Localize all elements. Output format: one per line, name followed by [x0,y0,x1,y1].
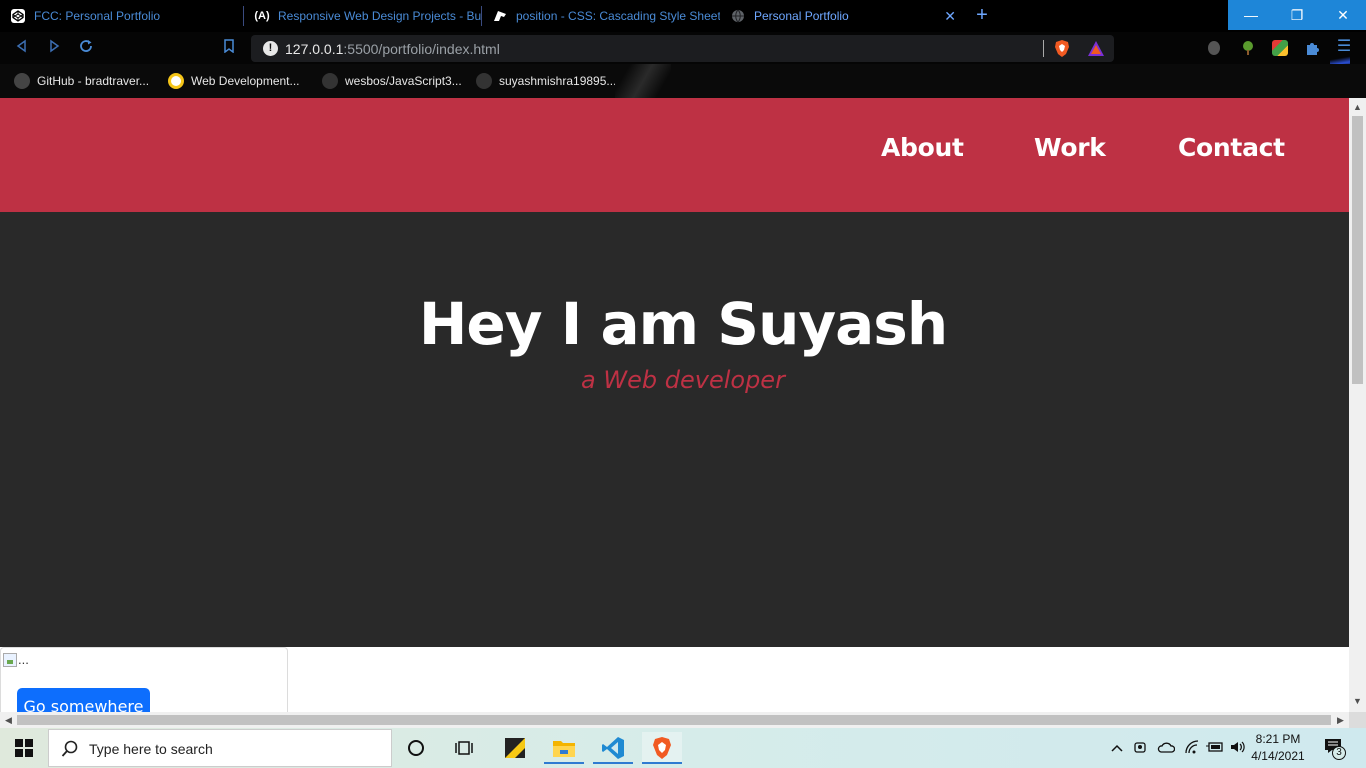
tab-fcc-projects[interactable]: (A) Responsive Web Design Projects - Bui [244,0,482,32]
mdn-dino-icon [492,8,508,24]
brave-rewards-icon[interactable] [1087,40,1105,62]
reload-button[interactable] [76,38,96,58]
url-text[interactable]: 127.0.0.1:5500/portfolio/index.html [285,41,500,57]
action-center-button[interactable]: 3 [1322,736,1348,762]
bookmark-button[interactable] [219,38,239,58]
nav-link-about[interactable]: About [881,133,964,162]
github-icon [476,73,492,89]
broken-image-icon [3,652,17,667]
windows-logo-icon [15,739,33,757]
welcome-section: Hey I am Suyash a Web developer [0,212,1349,647]
bookmark-web-development[interactable]: Web Development... [168,72,300,90]
horizontal-scrollbar[interactable]: ◀ ▶ [0,712,1349,728]
new-tab-button[interactable]: + [972,5,992,26]
wifi-icon[interactable] [1184,739,1200,757]
close-window-button[interactable]: ✕ [1320,0,1366,30]
back-arrow-icon [16,39,26,53]
start-button[interactable] [0,728,48,768]
mouse-extension-icon[interactable] [1208,41,1220,55]
tab-personal-portfolio[interactable]: Personal Portfolio ✕ [720,0,966,32]
task-view-icon [455,741,473,755]
hero-title: Hey I am Suyash [418,290,948,358]
bookmark-icon [224,39,234,54]
bookmark-suyashmishra[interactable]: suyashmishra19895... [476,72,616,90]
sticky-notes-icon [505,738,525,758]
scroll-left-icon[interactable]: ◀ [5,715,12,726]
address-bar[interactable]: ! 127.0.0.1:5500/portfolio/index.html [251,35,1114,62]
task-view-button[interactable] [444,732,484,764]
brave-browser-app[interactable] [642,732,682,764]
project-card: ... Go somewhere [0,647,288,712]
clock-date: 4/14/2021 [1251,749,1305,763]
github-icon [322,73,338,89]
meet-now-icon[interactable] [1134,740,1148,757]
go-somewhere-button[interactable]: Go somewhere [17,688,150,712]
web-dev-icon [168,73,184,89]
vscode-app[interactable] [593,732,633,764]
nav-link-work[interactable]: Work [1034,133,1106,162]
restore-button[interactable]: ❐ [1274,0,1320,30]
chevron-up-icon [1111,744,1123,752]
folder-icon [553,741,575,757]
site-info-icon[interactable]: ! [263,41,278,56]
taskbar-clock[interactable]: 8:21 PM 4/14/2021 [1246,731,1310,765]
search-placeholder: Type here to search [89,741,213,757]
bookmark-wesbos[interactable]: wesbos/JavaScript3... [322,72,462,90]
clock-time: 8:21 PM [1255,732,1301,746]
windows-taskbar: Type here to search 8:21 PM 4/14/2021 3 [0,728,1366,768]
search-icon [61,740,78,757]
tab-mdn-position[interactable]: position - CSS: Cascading Style Sheets [482,0,720,32]
tab-fcc-portfolio[interactable]: FCC: Personal Portfolio [0,0,244,32]
bookmarks-bar: GitHub - bradtraver... Web Development..… [0,64,1366,98]
show-hidden-icons[interactable] [1110,741,1124,756]
tab-title: Responsive Web Design Projects - Bui [278,9,482,23]
sticky-notes-app[interactable] [495,732,535,764]
site-navbar: About Work Contact [0,98,1349,212]
taskbar-search-box[interactable]: Type here to search [48,729,392,767]
system-tray [1108,728,1246,768]
tree-extension-icon[interactable] [1240,40,1256,56]
back-button[interactable] [12,38,32,58]
close-tab-icon[interactable]: ✕ [944,8,956,24]
vertical-scroll-thumb[interactable] [1352,116,1363,384]
tab-title: Personal Portfolio [754,9,849,23]
tab-title: position - CSS: Cascading Style Sheets [516,9,720,23]
extensions-puzzle-icon[interactable] [1304,40,1320,56]
minimize-button[interactable]: — [1228,0,1274,30]
forward-button[interactable] [44,38,64,58]
freecodecamp-icon: (A) [254,10,270,22]
scroll-up-icon[interactable]: ▲ [1353,102,1362,112]
brave-shields-icon[interactable] [1053,39,1071,63]
volume-icon[interactable] [1230,740,1246,757]
cortana-button[interactable] [396,732,436,764]
cortana-icon [408,740,424,756]
codepen-icon [10,8,26,24]
scroll-down-icon[interactable]: ▼ [1353,696,1362,706]
scroll-right-icon[interactable]: ▶ [1337,715,1344,726]
battery-icon[interactable] [1206,741,1224,756]
bookmark-github[interactable]: GitHub - bradtraver... [14,72,149,90]
forward-arrow-icon [50,39,60,53]
page-viewport: About Work Contact Hey I am Suyash a Web… [0,98,1349,712]
reload-icon [80,40,92,52]
horizontal-scroll-thumb[interactable] [17,715,1331,725]
github-icon [14,73,30,89]
vscode-icon [602,737,624,759]
nav-link-contact[interactable]: Contact [1178,133,1285,162]
file-explorer-app[interactable] [544,732,584,764]
card-image-alt: ... [18,652,29,667]
hero-subtitle: a Web developer [581,366,785,394]
notification-count-badge: 3 [1332,746,1346,760]
onedrive-icon[interactable] [1157,741,1176,756]
tab-strip: FCC: Personal Portfolio (A) Responsive W… [0,0,1366,32]
colorful-extension-icon[interactable] [1272,40,1288,56]
brave-icon [653,737,671,759]
globe-icon [730,8,746,24]
card-image: ... [3,652,29,667]
tab-title: FCC: Personal Portfolio [34,9,161,23]
vertical-scrollbar[interactable]: ▲ ▼ [1349,98,1366,712]
